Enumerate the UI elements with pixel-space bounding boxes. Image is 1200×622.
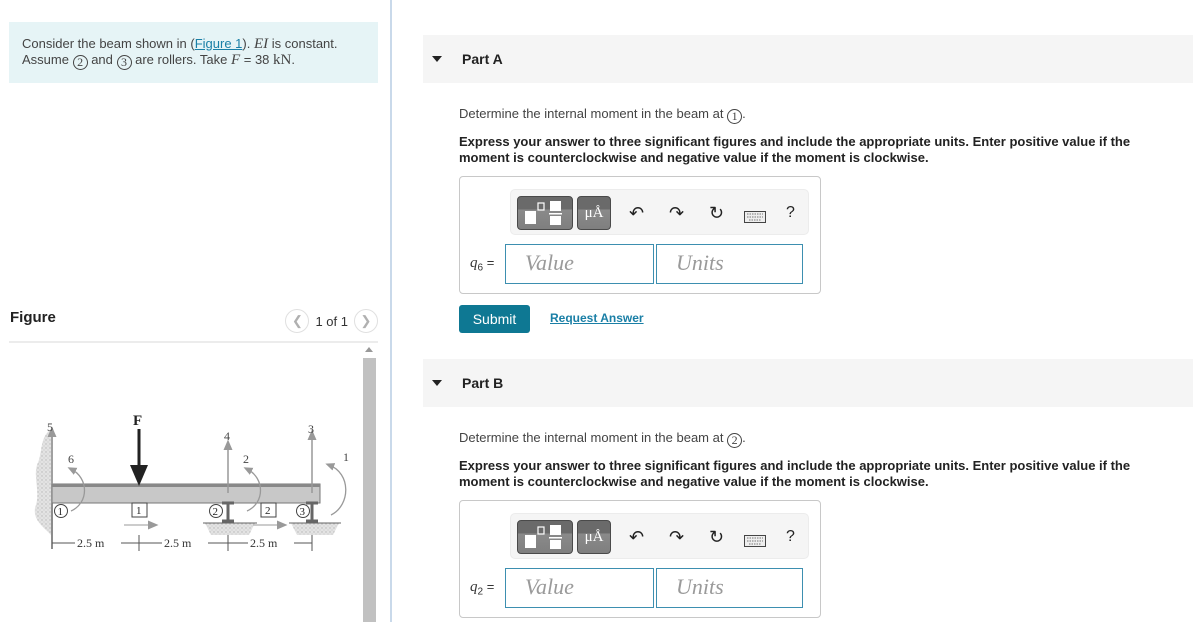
problem-text: is constant. — [268, 36, 338, 51]
request-answer-link[interactable]: Request Answer — [550, 311, 644, 325]
caret-down-icon — [432, 380, 442, 386]
equals-sign: = — [486, 255, 495, 270]
help-button[interactable]: ? — [786, 202, 795, 224]
templates-button[interactable] — [517, 196, 573, 230]
question-text: Determine the internal moment in the bea… — [459, 430, 728, 445]
math-toolbar: μÅ ↶ ↷ ↻ ? — [510, 513, 809, 559]
section-label: 2 — [265, 505, 271, 517]
beam-diagram: 5 6 F 4 2 3 1 1 2 3 1 2 2.5 m 2.5 m 2.5 … — [34, 413, 349, 551]
ground-2 — [205, 523, 255, 535]
reaction-label: 5 — [47, 420, 53, 434]
value-input[interactable]: Value — [505, 568, 654, 608]
variable-base: q — [470, 579, 478, 595]
figure-link[interactable]: Figure 1 — [195, 36, 243, 51]
part-a-question: Determine the internal moment in the bea… — [459, 106, 746, 124]
problem-text: ). — [242, 36, 254, 51]
submit-button[interactable]: Submit — [459, 305, 530, 333]
reaction-label: 2 — [243, 452, 249, 466]
redo-icon[interactable]: ↷ — [669, 202, 684, 224]
part-b-instructions: Express your answer to three significant… — [459, 458, 1131, 489]
node-1-badge: 1 — [727, 109, 743, 124]
problem-text: are rollers. Take — [131, 52, 231, 67]
moment-arrow-1 — [325, 463, 347, 516]
chevron-right-icon: ❯ — [360, 313, 372, 328]
math-toolbar: μÅ ↶ ↷ ↻ ? — [510, 189, 809, 235]
undo-icon[interactable]: ↶ — [629, 202, 644, 224]
problem-text: and — [87, 52, 117, 67]
figure-viewport: 5 6 F 4 2 3 1 1 2 3 1 2 2.5 m 2.5 m 2.5 … — [9, 343, 359, 622]
keyboard-icon[interactable] — [744, 206, 766, 228]
node-3-badge: 3 — [116, 55, 132, 70]
next-figure-button[interactable]: ❯ — [354, 309, 378, 333]
reset-icon[interactable]: ↻ — [709, 202, 724, 224]
reaction-label: 3 — [308, 422, 314, 436]
variable-base: q — [470, 255, 478, 271]
equals-sign: = — [486, 579, 495, 594]
fraction-template-icon — [525, 525, 562, 549]
left-panel: Consider the beam shown in (Figure 1). E… — [0, 0, 390, 622]
units-button[interactable]: μÅ — [577, 520, 611, 554]
figure-pager: ❮ 1 of 1 ❯ — [285, 309, 378, 333]
fraction-template-icon — [525, 201, 562, 225]
span-label: 2.5 m — [164, 536, 192, 550]
unit-symbol: kN — [273, 52, 292, 68]
keyboard-icon[interactable] — [744, 530, 766, 552]
problem-statement: Consider the beam shown in (Figure 1). E… — [9, 22, 378, 83]
chevron-left-icon: ❮ — [292, 313, 303, 328]
problem-text: Consider the beam shown in ( — [22, 36, 195, 51]
force-symbol: F — [230, 52, 241, 68]
question-text: Determine the internal moment in the bea… — [459, 106, 728, 121]
part-a-instructions: Express your answer to three significant… — [459, 134, 1131, 165]
ei-symbol: EI — [253, 36, 269, 52]
redo-icon[interactable]: ↷ — [669, 526, 684, 548]
span-label: 2.5 m — [77, 536, 105, 550]
roller-support-2 — [222, 501, 234, 523]
reaction-label: 1 — [343, 450, 349, 464]
templates-button[interactable] — [517, 520, 573, 554]
value-input[interactable]: Value — [505, 244, 654, 284]
part-a-label: Part A — [462, 51, 503, 67]
problem-text: Assume — [22, 52, 73, 67]
variable-subscript: 2 — [477, 586, 484, 598]
node-2-badge: 2 — [72, 55, 88, 70]
node-label: 3 — [300, 506, 306, 518]
help-button[interactable]: ? — [786, 526, 795, 548]
section-label: 1 — [136, 505, 142, 517]
part-b-label: Part B — [462, 375, 504, 391]
units-button[interactable]: μÅ — [577, 196, 611, 230]
problem-text: = 38 — [240, 52, 274, 67]
undo-icon[interactable]: ↶ — [629, 526, 644, 548]
part-a-header[interactable]: Part A — [423, 35, 1193, 83]
units-input[interactable]: Units — [656, 244, 803, 284]
reaction-label: 6 — [68, 452, 74, 466]
part-a-answer-box: μÅ ↶ ↷ ↻ ? q6 = Value Units — [459, 176, 821, 294]
force-label: F — [133, 413, 142, 429]
scroll-thumb[interactable] — [363, 358, 376, 622]
figure-title: Figure — [10, 309, 56, 326]
part-b-answer-box: μÅ ↶ ↷ ↻ ? q2 = Value Units — [459, 500, 821, 618]
variable-label: q2 = — [470, 579, 494, 598]
reaction-label: 4 — [224, 429, 230, 443]
node-label: 2 — [213, 506, 219, 518]
ground-3 — [291, 523, 339, 535]
variable-label: q6 = — [470, 255, 494, 274]
node-2-badge: 2 — [727, 433, 743, 448]
scroll-up-icon[interactable] — [365, 347, 373, 352]
fixed-wall — [34, 429, 51, 535]
part-b-header[interactable]: Part B — [423, 359, 1193, 407]
node-label: 1 — [58, 506, 64, 518]
span-label: 2.5 m — [250, 536, 278, 550]
figure-scrollbar[interactable] — [361, 343, 377, 622]
right-panel: Part A Determine the internal moment in … — [392, 0, 1200, 622]
reset-icon[interactable]: ↻ — [709, 526, 724, 548]
units-input[interactable]: Units — [656, 568, 803, 608]
caret-down-icon — [432, 56, 442, 62]
problem-text: . — [291, 52, 295, 67]
part-b-question: Determine the internal moment in the bea… — [459, 430, 746, 448]
pager-text: 1 of 1 — [315, 313, 348, 329]
prev-figure-button[interactable]: ❮ — [285, 309, 310, 333]
variable-subscript: 6 — [477, 262, 484, 274]
